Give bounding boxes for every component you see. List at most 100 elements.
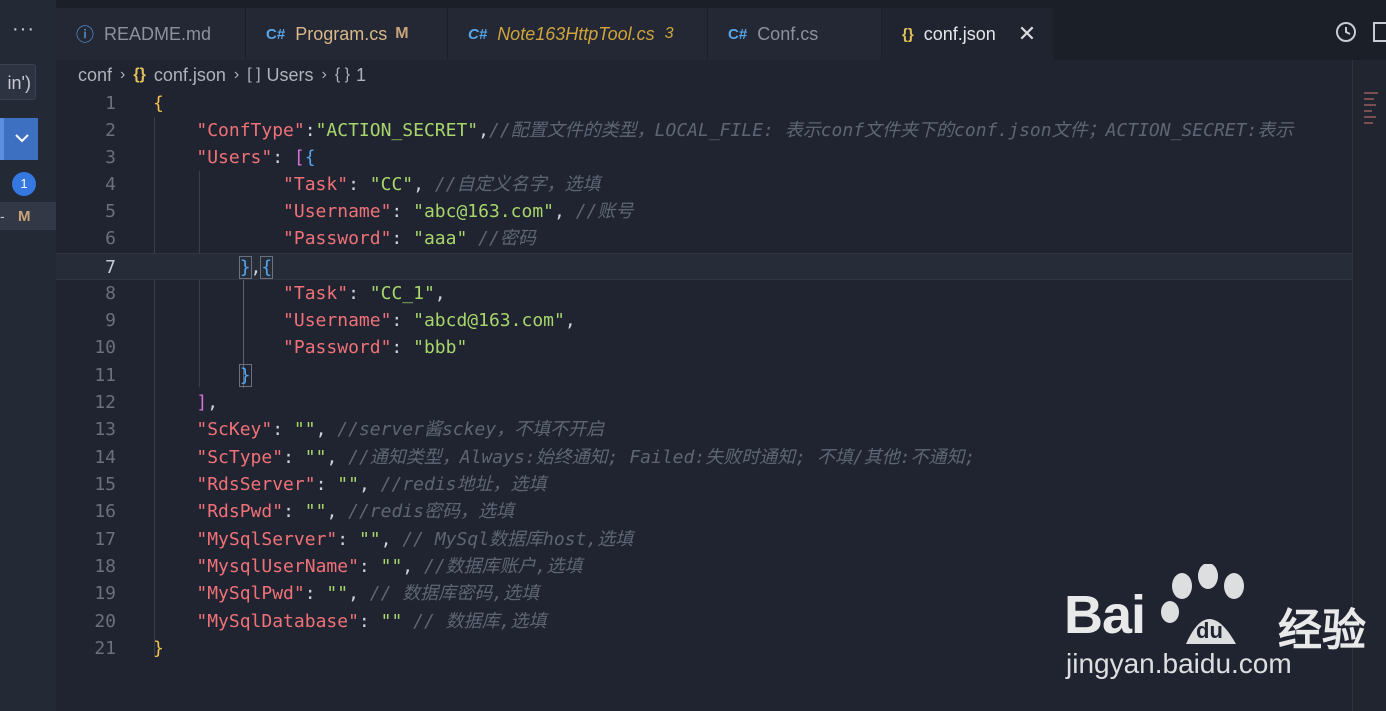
json-key: "Task" xyxy=(283,283,349,304)
problems-badge: 3 xyxy=(664,25,674,42)
code-comment: // 数据库,选填 xyxy=(413,611,547,632)
changed-file-row[interactable]: - M xyxy=(0,202,56,230)
code-comment: //通知类型，Always:始终通知; Failed:失败时通知; 不填/其他:… xyxy=(348,447,976,468)
code-line: 12 ], xyxy=(56,389,1352,416)
code-line: 8 "Task": "CC_1", xyxy=(56,280,1352,307)
close-icon[interactable]: ✕ xyxy=(1018,21,1036,47)
json-key: "Username" xyxy=(283,201,392,222)
json-key: "ScKey" xyxy=(196,419,273,440)
code-comment: //redis密码，选填 xyxy=(348,501,514,522)
more-actions-icon[interactable]: ··· xyxy=(12,18,35,41)
commit-dropdown-button[interactable] xyxy=(0,118,38,160)
tab-label: Program.cs xyxy=(295,23,388,44)
json-string: "" xyxy=(337,474,359,495)
info-icon: ⓘ xyxy=(76,25,94,45)
history-icon[interactable] xyxy=(1334,20,1358,44)
code-line: 16 "RdsPwd": "", //redis密码，选填 xyxy=(56,498,1352,525)
json-string: "abcd@163.com" xyxy=(413,310,565,331)
code-line: 17 "MySqlServer": "", // MySql数据库host,选填 xyxy=(56,526,1352,553)
breadcrumb-file[interactable]: conf.json xyxy=(154,65,226,86)
json-string: "bbb" xyxy=(413,337,468,358)
csharp-icon: C# xyxy=(468,25,488,43)
code-line: 5 "Username": "abc@163.com", //账号 xyxy=(56,198,1352,225)
code-line: 14 "ScType": "", //通知类型，Always:始终通知; Fai… xyxy=(56,444,1352,471)
csharp-icon: C# xyxy=(728,25,748,43)
breadcrumb-array[interactable]: Users xyxy=(267,65,314,86)
line-number: 1 xyxy=(105,93,116,114)
minimap-line xyxy=(1364,110,1372,112)
code-line: 11 } xyxy=(56,362,1352,389)
json-string: "ACTION_SECRET" xyxy=(315,120,479,141)
code-comment: //账号 xyxy=(575,201,634,222)
line-number: 15 xyxy=(94,474,116,495)
breadcrumb-object[interactable]: 1 xyxy=(356,65,366,86)
code-comment: // MySql数据库host,选填 xyxy=(402,529,634,550)
line-number: 3 xyxy=(105,147,116,168)
code-line: 1 { xyxy=(56,90,1352,117)
commit-message-input[interactable]: in') xyxy=(0,64,36,100)
json-string: "" xyxy=(380,556,403,577)
line-number: 4 xyxy=(105,174,116,195)
code-comment: //配置文件的类型，LOCAL_FILE: 表示conf文件夹下的conf.js… xyxy=(488,120,1294,141)
line-number: 11 xyxy=(94,365,116,386)
tab-note163httptool-cs[interactable]: C# Note163HttpTool.cs 3 xyxy=(448,8,708,60)
editor-actions xyxy=(1334,20,1386,44)
row-dash: - xyxy=(0,208,5,224)
code-comment: //密码 xyxy=(478,228,536,249)
modified-badge: M xyxy=(395,25,409,42)
json-key: "MySqlServer" xyxy=(196,529,338,550)
tab-label: Note163HttpTool.cs xyxy=(497,23,655,44)
csharp-icon: C# xyxy=(266,25,286,43)
json-key: "Password" xyxy=(283,228,392,249)
changes-count-badge: 1 xyxy=(12,172,36,196)
line-number: 18 xyxy=(94,556,116,577)
json-string: "aaa" xyxy=(413,228,468,249)
chevron-down-icon xyxy=(15,134,29,143)
line-number: 17 xyxy=(94,529,116,550)
watermark-brand: Bai xyxy=(1064,585,1146,645)
json-key: "Username" xyxy=(283,310,392,331)
minimap-line xyxy=(1364,104,1376,106)
breadcrumb-folder[interactable]: conf xyxy=(78,65,112,86)
minimap-line xyxy=(1364,92,1378,94)
baidu-watermark: Bai du 经验 jingyan.baidu.com xyxy=(1060,560,1380,700)
split-editor-icon[interactable] xyxy=(1372,20,1386,44)
json-key: "ConfType" xyxy=(196,120,305,141)
line-number: 10 xyxy=(94,337,116,358)
chevron-right-icon: › xyxy=(233,66,240,83)
json-string: "" xyxy=(293,419,316,440)
line-number: 13 xyxy=(94,419,116,440)
array-icon: [ ] xyxy=(247,66,261,83)
code-line: 2 "ConfType":"ACTION_SECRET",//配置文件的类型，L… xyxy=(56,117,1352,144)
line-number: 20 xyxy=(94,611,116,632)
tab-label: Conf.cs xyxy=(757,23,819,44)
line-number: 8 xyxy=(105,283,116,304)
tab-conf-json[interactable]: {} conf.json ✕ xyxy=(882,8,1054,60)
json-key: "Password" xyxy=(283,337,392,358)
json-key: "MySqlPwd" xyxy=(196,583,305,604)
code-line-current: 7 },{ xyxy=(56,253,1352,280)
code-comment: //自定义名字，选填 xyxy=(434,174,601,195)
json-string: "abc@163.com" xyxy=(413,201,554,222)
json-key: "RdsServer" xyxy=(196,474,316,495)
line-number: 9 xyxy=(105,310,116,331)
code-comment: //server酱sckey，不填不开启 xyxy=(337,419,605,440)
line-number: 2 xyxy=(105,120,116,141)
tab-readme[interactable]: ⓘ README.md xyxy=(56,8,246,60)
chevron-right-icon: › xyxy=(321,66,327,83)
code-line: 3 "Users": [{ xyxy=(56,144,1352,171)
json-icon: {} xyxy=(902,25,914,43)
side-panel: ··· in') 1 - M xyxy=(0,0,56,711)
minimap-line xyxy=(1364,98,1374,100)
brace: { xyxy=(153,93,164,114)
tab-conf-cs[interactable]: C# Conf.cs xyxy=(708,8,882,60)
brace: } xyxy=(153,638,164,659)
json-string: "" xyxy=(380,611,403,632)
tab-program-cs[interactable]: C# Program.cs M xyxy=(246,8,448,60)
json-string: "" xyxy=(304,447,327,468)
minimap-line xyxy=(1364,116,1376,118)
modified-marker: M xyxy=(18,208,31,225)
code-line: 4 "Task": "CC", //自定义名字，选填 xyxy=(56,171,1352,198)
json-key: "MySqlDatabase" xyxy=(196,611,359,632)
line-number: 16 xyxy=(94,501,116,522)
